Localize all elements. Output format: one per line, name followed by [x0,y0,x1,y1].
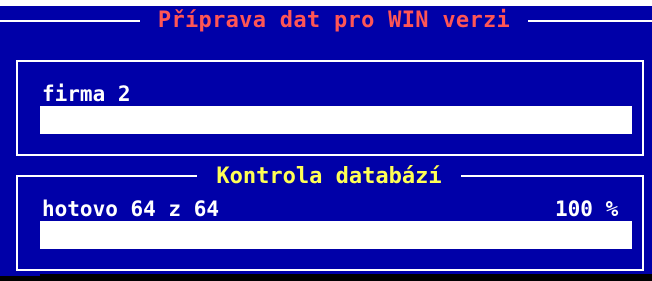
database-check-progress-bar [40,221,632,249]
company-progress-bar [40,106,632,134]
database-check-percent: 100 % [555,197,619,221]
database-check-status: hotovo 64 z 64 [42,197,220,221]
dialog-shadow [40,274,652,281]
database-check-progress-fill [40,221,632,249]
prepare-data-dialog: Příprava dat pro WIN verzi firma 2 Kontr… [0,6,652,276]
dialog-title: Příprava dat pro WIN verzi [140,8,528,34]
company-progress-fill [40,106,632,134]
database-check-title: Kontrola databází [197,164,461,190]
company-label: firma 2 [42,82,131,106]
